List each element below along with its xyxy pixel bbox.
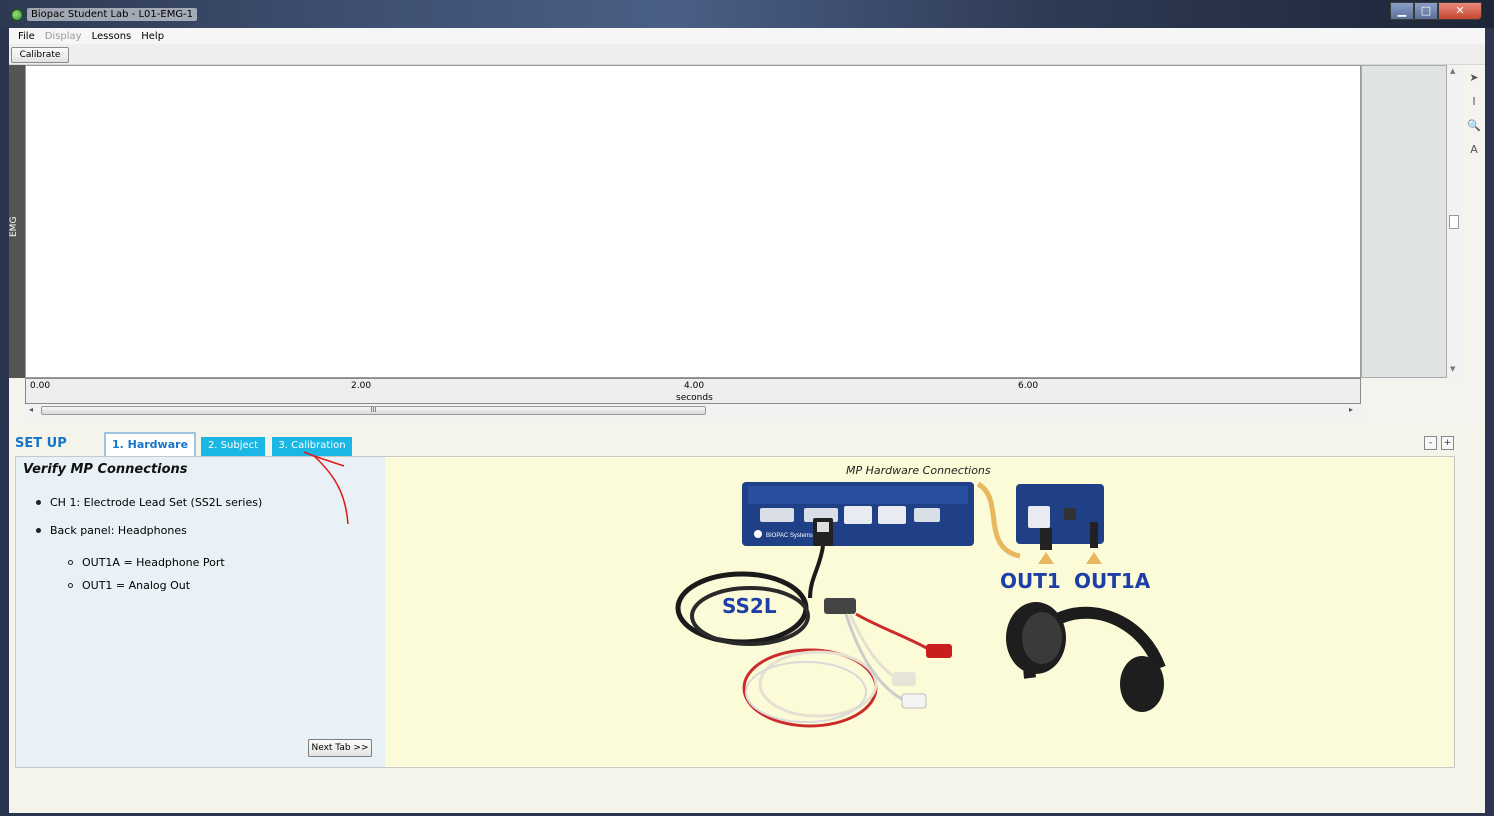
list-item: OUT1 = Analog Out — [68, 579, 190, 592]
waveform-plot[interactable] — [25, 65, 1361, 378]
panel-size-controls: - + — [1424, 436, 1454, 450]
list-item: CH 1: Electrode Lead Set (SS2L series) — [36, 496, 262, 509]
minimize-button[interactable]: ▁ — [1390, 2, 1414, 20]
list-item: OUT1A = Headphone Port — [68, 556, 225, 569]
menu-display[interactable]: Display — [40, 31, 87, 42]
bullet-icon — [36, 527, 41, 533]
close-button[interactable]: ✕ — [1438, 2, 1482, 20]
window-title: Biopac Student Lab - L01-EMG-1 — [27, 8, 198, 21]
sub-bullet-icon — [68, 582, 73, 588]
arrow-cursor-icon[interactable]: ➤ — [1467, 71, 1481, 87]
calibrate-button[interactable]: Calibrate — [11, 47, 69, 63]
menu-bar: File Display Lessons Help — [9, 28, 1485, 44]
title-bar: Biopac Student Lab - L01-EMG-1 ▁ □ ✕ — [0, 0, 1494, 28]
expand-button[interactable]: + — [1441, 436, 1454, 450]
out1a-label: OUT1A — [1074, 569, 1151, 593]
time-tick: 6.00 — [1018, 381, 1039, 391]
sub-bullet-icon — [68, 559, 73, 565]
channel-label: EMG — [9, 216, 19, 238]
horizontal-scroll-thumb[interactable]: III — [41, 406, 706, 415]
menu-lessons[interactable]: Lessons — [87, 31, 137, 42]
vertical-scrollbar[interactable]: ▲ ▼ — [1447, 65, 1461, 378]
device-brand-text: BIOPAC Systems — [766, 533, 813, 539]
image-caption: MP Hardware Connections — [846, 464, 991, 477]
next-tab-button[interactable]: Next Tab >> — [308, 739, 372, 757]
maximize-button[interactable]: □ — [1414, 2, 1438, 20]
zoom-icon[interactable]: 🔍 — [1467, 119, 1481, 135]
scroll-left-icon[interactable]: ◂ — [29, 405, 33, 414]
time-tick: 0.00 — [30, 381, 51, 391]
measurement-panel — [1361, 65, 1447, 378]
vertical-scroll-thumb[interactable] — [1449, 215, 1459, 229]
tab-subject[interactable]: 2. Subject — [201, 437, 265, 456]
hardware-connections-image: BIOPAC Systems OUT1 OUT1A SS2L — [675, 481, 1166, 728]
time-unit-label: seconds — [676, 393, 713, 403]
time-tick: 2.00 — [351, 381, 372, 391]
annotation-tool-icon[interactable]: A — [1467, 143, 1481, 159]
window-controls: ▁ □ ✕ — [1390, 2, 1482, 20]
ss2l-label: SS2L — [722, 594, 777, 618]
bullet-icon — [36, 499, 41, 505]
window-frame-right — [1485, 28, 1494, 816]
toolbar: Calibrate — [9, 44, 1485, 65]
menu-file[interactable]: File — [13, 31, 40, 42]
tool-palette: ➤ I 🔍 A — [1462, 65, 1486, 185]
instructions-heading: Verify MP Connections — [23, 462, 188, 477]
out1-label: OUT1 — [1000, 569, 1061, 593]
menu-help[interactable]: Help — [136, 31, 169, 42]
time-tick: 4.00 — [684, 381, 705, 391]
status-area — [9, 768, 1485, 813]
list-item: Back panel: Headphones — [36, 524, 187, 537]
scroll-up-icon[interactable]: ▲ — [1450, 67, 1455, 75]
ibeam-cursor-icon[interactable]: I — [1467, 95, 1481, 111]
red-annotation-arrow — [303, 451, 349, 525]
time-axis: 0.00 2.00 4.00 6.00 seconds — [25, 378, 1361, 404]
tab-hardware[interactable]: 1. Hardware — [104, 432, 196, 456]
horizontal-scrollbar[interactable]: ◂ III ▸ — [25, 404, 1361, 417]
scroll-down-icon[interactable]: ▼ — [1450, 365, 1455, 373]
collapse-button[interactable]: - — [1424, 436, 1437, 450]
app-icon — [11, 9, 23, 21]
scroll-right-icon[interactable]: ▸ — [1349, 405, 1353, 414]
setup-title: SET UP — [15, 436, 67, 451]
window-frame-left — [0, 28, 9, 816]
